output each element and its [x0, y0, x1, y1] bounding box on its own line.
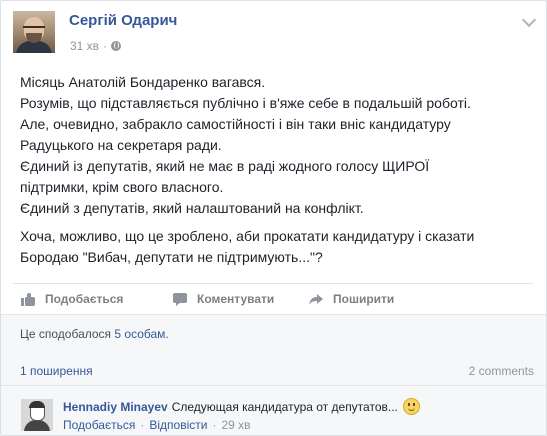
likes-count-link[interactable]: 5 особам	[114, 327, 165, 341]
comment-timestamp[interactable]: 29 хв	[221, 418, 250, 432]
commenter-name-link[interactable]: Hennadiy Minayev	[63, 400, 168, 414]
post-meta: 31 хв ·	[70, 39, 122, 53]
comment-item: Hennadiy Minayev Следующая кандидатура о…	[1, 385, 546, 435]
likes-summary: Це сподобалося 5 особам.	[1, 314, 546, 356]
post-line: підтримки, крім свого власного.	[20, 179, 224, 195]
comments-count-link[interactable]: 2 comments	[469, 364, 534, 378]
shares-row: 1 поширення 2 comments	[1, 355, 546, 385]
post-header: Сергій Одарич 31 хв ·	[13, 11, 533, 59]
shares-link[interactable]: 1 поширення	[20, 364, 93, 378]
post-line: Але, очевидно, забракло самостійності і …	[20, 116, 451, 132]
post-line: Радуцького на секретаря ради.	[20, 137, 222, 153]
post-line: Єдиний із депутатів, який не має в раді …	[20, 158, 430, 174]
commenter-avatar[interactable]	[21, 399, 53, 431]
author-avatar[interactable]	[13, 11, 55, 53]
comment-like-link[interactable]: Подобається	[63, 418, 135, 432]
post-body: Місяць Анатолій Бондаренко вагався. Розу…	[20, 72, 535, 268]
comment-reply-link[interactable]: Відповісти	[149, 418, 207, 432]
comment-separator: ·	[212, 418, 217, 432]
comment-icon	[173, 292, 187, 306]
comment-text: Следующая кандидатура от депутатов...	[171, 399, 398, 414]
post-timestamp[interactable]: 31 хв	[70, 39, 99, 53]
post-actions-bar: Подобається Коментувати Поширити	[13, 283, 533, 314]
author-name-link[interactable]: Сергій Одарич	[69, 12, 177, 29]
comment-separator: ·	[140, 418, 145, 432]
post-line: Розумів, що підставляється публічно і в'…	[20, 95, 471, 111]
like-icon	[21, 292, 35, 306]
post-line: Хоча, можливо, що це зроблено, аби прока…	[20, 228, 475, 244]
like-button[interactable]: Подобається	[21, 292, 123, 306]
post-line: Бородаю "Вибач, депутати не підтримують.…	[20, 249, 323, 265]
comment-line: Hennadiy Minayev Следующая кандидатура о…	[63, 398, 420, 415]
facebook-post: Сергій Одарич 31 хв · Місяць Анатолій Бо…	[0, 0, 547, 436]
share-icon	[309, 293, 323, 306]
like-label: Подобається	[45, 292, 124, 306]
globe-icon[interactable]	[111, 41, 122, 51]
share-label: Поширити	[333, 292, 395, 306]
post-line: Єдиний з депутатів, який налаштований на…	[20, 200, 364, 216]
smiley-emoji-icon	[402, 398, 420, 415]
comment-actions: Подобається · Відповісти · 29 хв	[63, 418, 251, 432]
share-button[interactable]: Поширити	[309, 292, 394, 306]
post-line: Місяць Анатолій Бондаренко вагався.	[20, 74, 266, 90]
comment-label: Коментувати	[197, 292, 275, 306]
likes-suffix: .	[165, 327, 169, 341]
meta-separator: ·	[103, 39, 108, 53]
likes-prefix: Це сподобалося	[20, 327, 112, 341]
comment-button[interactable]: Коментувати	[173, 292, 274, 306]
